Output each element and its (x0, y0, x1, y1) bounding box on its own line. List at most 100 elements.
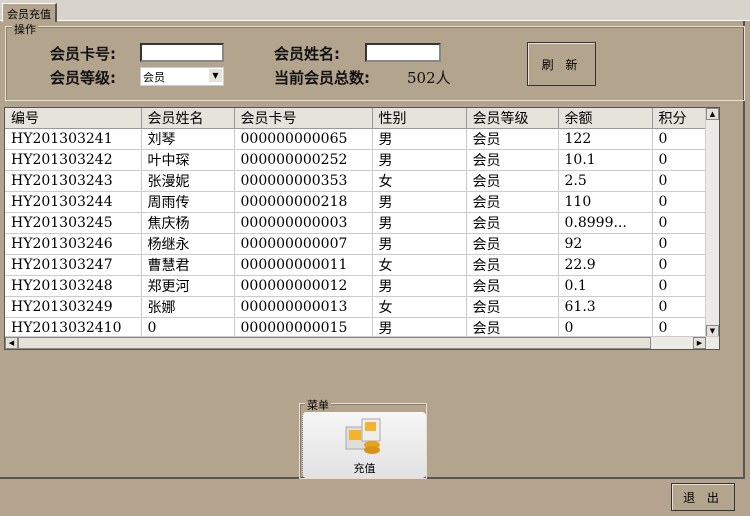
cell-level[interactable]: 会员 (466, 149, 559, 171)
table-row[interactable]: HY201303243 张漫妮 000000000353 女会员 2.5 0 (5, 170, 713, 192)
cell-name[interactable]: 张漫妮 (141, 170, 235, 192)
cell-name[interactable]: 焦庆杨 (141, 212, 235, 234)
cell-id[interactable]: HY201303246 (5, 233, 142, 255)
scroll-right-icon[interactable]: ▶ (693, 337, 706, 349)
cell-name[interactable]: 曹慧君 (141, 254, 235, 276)
table-row[interactable]: HY201303248 郑更河 000000000012 男会员 0.1 0 (5, 275, 713, 297)
cell-gender[interactable]: 男 (372, 191, 467, 213)
col-id[interactable]: 编号 (5, 108, 142, 129)
member-level-select[interactable]: 会员 ▼ (140, 67, 224, 86)
cell-card[interactable]: 000000000003 (234, 212, 373, 234)
cell-gender[interactable]: 男 (372, 233, 467, 255)
refresh-button[interactable]: 刷 新 (527, 42, 596, 86)
cell-balance[interactable]: 10.1 (558, 149, 653, 171)
header-row: 编号 会员姓名 会员卡号 性别 会员等级 余额 积分 (5, 108, 713, 129)
cell-card[interactable]: 000000000012 (234, 275, 373, 297)
cell-card[interactable]: 000000000252 (234, 149, 373, 171)
card-number-input[interactable] (140, 43, 224, 62)
vertical-scrollbar[interactable]: ▲ ▼ (705, 108, 719, 337)
col-balance[interactable]: 余额 (558, 108, 653, 129)
cell-level[interactable]: 会员 (466, 212, 559, 234)
col-name[interactable]: 会员姓名 (141, 108, 235, 129)
table-row[interactable]: HY201303249 张娜 000000000013 女会员 61.3 0 (5, 296, 713, 318)
cell-gender[interactable]: 男 (372, 212, 467, 234)
cell-id[interactable]: HY201303242 (5, 149, 142, 171)
scroll-thumb[interactable] (18, 337, 651, 349)
cell-points[interactable]: 0 (652, 128, 713, 150)
table-row[interactable]: HY201303247 曹慧君 000000000011 女会员 22.9 0 (5, 254, 713, 276)
cell-card[interactable]: 000000000218 (234, 191, 373, 213)
member-name-input[interactable] (365, 43, 441, 62)
cell-id[interactable]: HY201303241 (5, 128, 142, 150)
cell-balance[interactable]: 22.9 (558, 254, 653, 276)
cell-balance[interactable]: 122 (558, 128, 653, 150)
total-members-value: 502人 (407, 69, 451, 87)
cell-id[interactable]: HY201303243 (5, 170, 142, 192)
cell-points[interactable]: 0 (652, 212, 713, 234)
members-table: 编号 会员姓名 会员卡号 性别 会员等级 余额 积分 HY201303241 刘琴… (5, 108, 713, 349)
cell-card[interactable]: 000000000353 (234, 170, 373, 192)
cell-gender[interactable]: 男 (372, 128, 467, 150)
cell-id[interactable]: HY201303249 (5, 296, 142, 318)
cell-points[interactable]: 0 (652, 149, 713, 171)
cell-level[interactable]: 会员 (466, 254, 559, 276)
cell-gender[interactable]: 女 (372, 296, 467, 318)
cell-balance[interactable]: 92 (558, 233, 653, 255)
cell-balance[interactable]: 2.5 (558, 170, 653, 192)
cell-id[interactable]: HY201303245 (5, 212, 142, 234)
cell-points[interactable]: 0 (652, 296, 713, 318)
cell-level[interactable]: 会员 (466, 170, 559, 192)
cell-level[interactable]: 会员 (466, 233, 559, 255)
cell-points[interactable]: 0 (652, 275, 713, 297)
cell-level[interactable]: 会员 (466, 296, 559, 318)
cell-card[interactable]: 000000000011 (234, 254, 373, 276)
cell-name[interactable]: 郑更河 (141, 275, 235, 297)
tab-member-recharge[interactable]: 会员充值 (2, 3, 57, 22)
chevron-down-icon[interactable]: ▼ (209, 69, 222, 82)
col-level[interactable]: 会员等级 (466, 108, 559, 129)
cell-name[interactable]: 杨继永 (141, 233, 235, 255)
cell-name[interactable]: 叶中琛 (141, 149, 235, 171)
horizontal-scrollbar[interactable]: ◀ ▶ (5, 336, 719, 349)
cell-card[interactable]: 000000000065 (234, 128, 373, 150)
cell-gender[interactable]: 女 (372, 254, 467, 276)
cell-balance[interactable]: 61.3 (558, 296, 653, 318)
cell-balance[interactable]: 0.1 (558, 275, 653, 297)
table-row[interactable]: HY201303242 叶中琛 000000000252 男会员 10.1 0 (5, 149, 713, 171)
cell-gender[interactable]: 男 (372, 149, 467, 171)
cell-id[interactable]: HY201303248 (5, 275, 142, 297)
operations-legend: 操作 (12, 21, 38, 37)
cell-name[interactable]: 刘琴 (141, 128, 235, 150)
cell-name[interactable]: 周雨传 (141, 191, 235, 213)
cell-balance[interactable]: 0.8999... (558, 212, 653, 234)
cell-gender[interactable]: 女 (372, 170, 467, 192)
table-row[interactable]: HY201303244 周雨传 000000000218 男会员 110 0 (5, 191, 713, 213)
scroll-up-icon[interactable]: ▲ (706, 108, 719, 120)
cell-points[interactable]: 0 (652, 254, 713, 276)
table-row[interactable]: HY201303245 焦庆杨 000000000003 男会员 0.8999... 0 (5, 212, 713, 234)
cell-points[interactable]: 0 (652, 191, 713, 213)
col-card[interactable]: 会员卡号 (234, 108, 373, 129)
members-grid[interactable]: 编号 会员姓名 会员卡号 性别 会员等级 余额 积分 HY201303241 刘琴… (4, 107, 720, 350)
cell-level[interactable]: 会员 (466, 191, 559, 213)
cell-id[interactable]: HY201303244 (5, 191, 142, 213)
cell-id[interactable]: HY201303247 (5, 254, 142, 276)
table-row[interactable]: HY201303246 杨继永 000000000007 男会员 92 0 (5, 233, 713, 255)
cell-points[interactable]: 0 (652, 170, 713, 192)
operations-group (5, 26, 745, 101)
table-row[interactable]: HY201303241 刘琴 000000000065 男会员 122 0 (5, 128, 713, 150)
cell-points[interactable]: 0 (652, 233, 713, 255)
cell-card[interactable]: 000000000013 (234, 296, 373, 318)
col-points[interactable]: 积分 (652, 108, 713, 129)
member-name-label: 会员姓名: (274, 45, 340, 63)
recharge-button[interactable]: 充值 (302, 412, 426, 478)
exit-button[interactable]: 退 出 (671, 483, 735, 511)
cell-level[interactable]: 会员 (466, 275, 559, 297)
cell-balance[interactable]: 110 (558, 191, 653, 213)
cell-level[interactable]: 会员 (466, 128, 559, 150)
scroll-left-icon[interactable]: ◀ (5, 337, 18, 349)
cell-card[interactable]: 000000000007 (234, 233, 373, 255)
col-gender[interactable]: 性别 (372, 108, 467, 129)
cell-gender[interactable]: 男 (372, 275, 467, 297)
cell-name[interactable]: 张娜 (141, 296, 235, 318)
